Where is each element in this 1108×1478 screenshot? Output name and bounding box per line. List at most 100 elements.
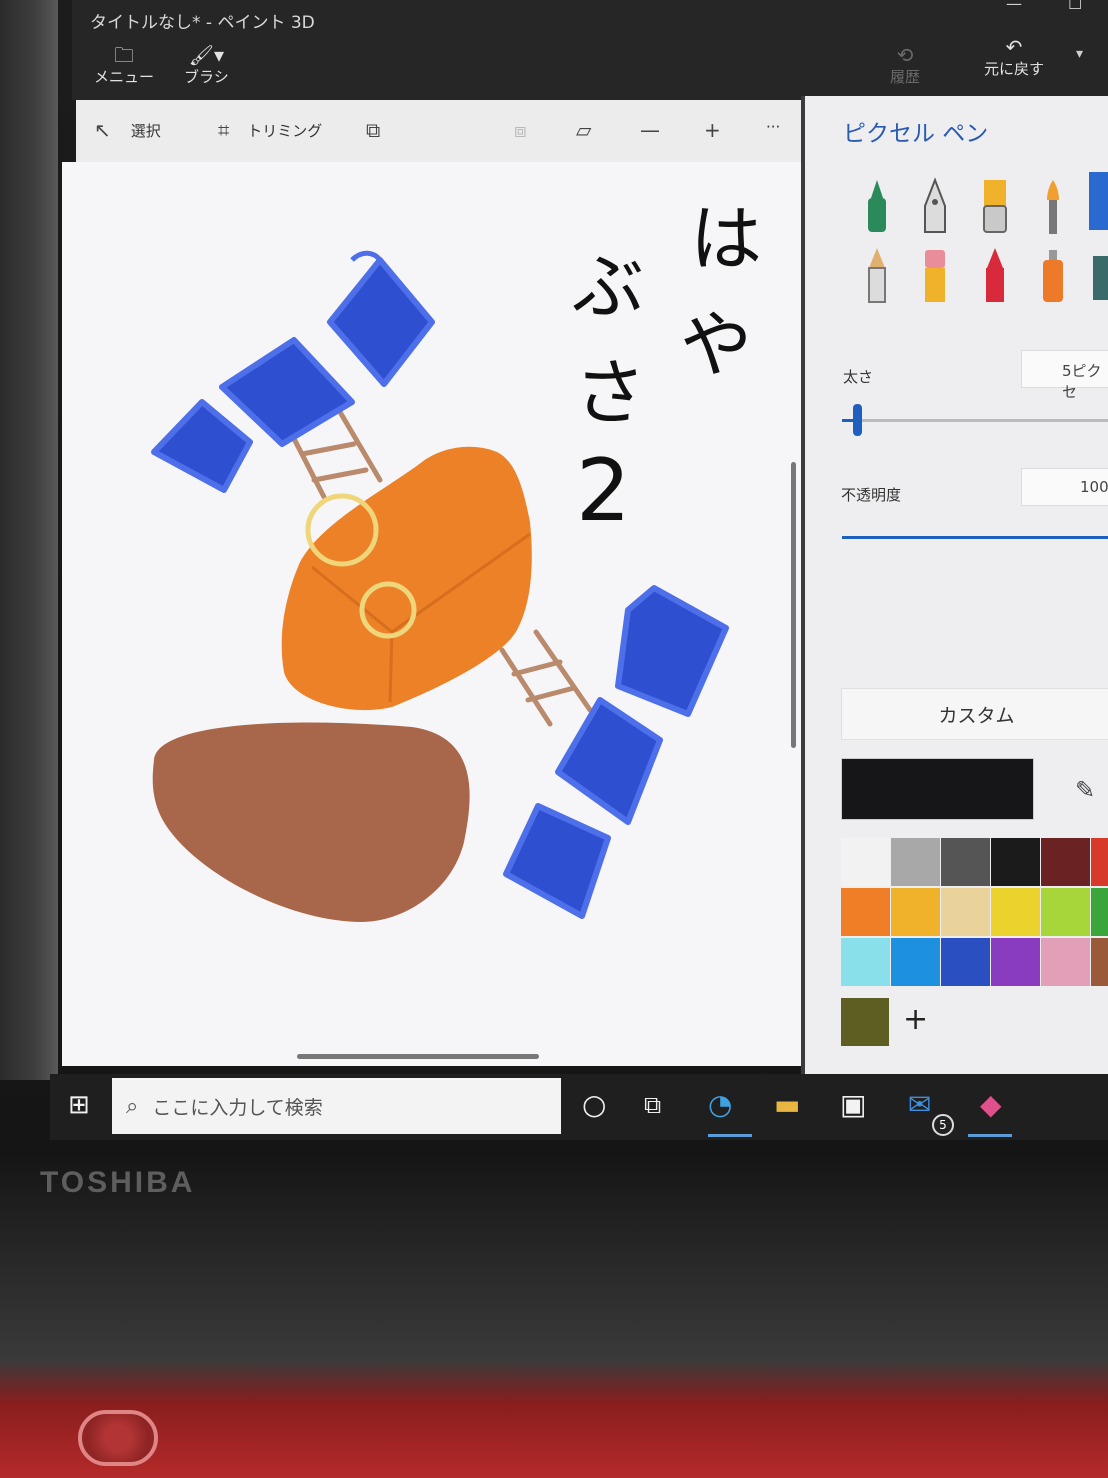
opacity-input[interactable]: 100 <box>1021 468 1108 506</box>
opacity-label: 不透明度 <box>841 486 902 504</box>
palette-swatch[interactable] <box>891 938 940 986</box>
vertical-scrollbar[interactable] <box>791 462 796 748</box>
screen-bezel <box>0 0 58 1080</box>
file-explorer-icon[interactable]: ▬ <box>774 1090 800 1120</box>
palette-swatch[interactable] <box>991 938 1040 986</box>
crop-label: トリミング <box>247 121 323 140</box>
handwritten-char-ya: や <box>680 303 752 387</box>
search-box[interactable]: ⌕ ここに入力して検索 <box>112 1078 561 1134</box>
canvas-drawing: は や ぶ さ 2 <box>151 197 762 922</box>
color-mode-label: カスタム <box>938 704 1015 727</box>
magic-select-tool[interactable]: ⧉ <box>366 118 380 142</box>
palette-swatch[interactable] <box>1091 838 1108 886</box>
undo-label: 元に戻す <box>984 60 1045 78</box>
palette-swatch[interactable] <box>891 838 940 886</box>
eyedropper-icon[interactable]: ✎ <box>1075 776 1095 804</box>
oil-brush-icon[interactable] <box>975 176 1015 236</box>
pencil-tool-icon[interactable] <box>857 246 897 306</box>
calligraphy-pen-icon[interactable] <box>915 176 955 236</box>
magic-select-icon: ⧉ <box>366 118 381 142</box>
eraser-tool-icon[interactable] <box>915 246 955 306</box>
palette-swatch[interactable] <box>891 888 940 936</box>
cube-icon: ⧈ <box>514 118 527 142</box>
select-tool[interactable]: ↖ 選択 <box>94 118 161 142</box>
3d-view-tool[interactable]: ⧈ <box>514 118 527 142</box>
fill-tool-icon[interactable] <box>1093 256 1108 300</box>
menu-button[interactable]: 🗀 メニュー <box>94 44 154 87</box>
palette-swatch[interactable] <box>1091 888 1108 936</box>
palette-swatch[interactable] <box>941 938 990 986</box>
cortana-icon[interactable]: ○ <box>582 1090 606 1120</box>
drawing-canvas[interactable]: は や ぶ さ 2 <box>62 162 809 1066</box>
zoom-in-button[interactable]: + <box>704 118 721 142</box>
thickness-slider-thumb[interactable] <box>853 404 862 436</box>
thickness-slider-track[interactable] <box>842 419 1108 422</box>
thickness-input[interactable]: 5ピクセ <box>1021 350 1108 401</box>
more-button[interactable]: ··· <box>766 118 780 136</box>
more-label: ··· <box>766 118 781 136</box>
title-bar: タイトルなし* - ペイント 3D — ☐ 🗀 メニュー 🖌▾ ブラシ ⟲ 履歴… <box>72 0 1108 100</box>
palette-swatch[interactable] <box>1041 938 1090 986</box>
zoom-out-button[interactable]: — <box>640 118 660 142</box>
panel-title: ピクセル ペン <box>843 121 989 147</box>
minimize-button[interactable]: — <box>1006 0 1022 13</box>
brush-icon: 🖌▾ <box>188 43 225 67</box>
solar-panel-4 <box>615 585 729 717</box>
pixel-pen-tool-selected[interactable] <box>1089 172 1108 230</box>
brush-label: ブラシ <box>184 68 229 86</box>
brush-button[interactable]: 🖌▾ ブラシ <box>184 44 229 87</box>
solar-panel-1 <box>151 399 253 493</box>
color-mode-dropdown[interactable]: カスタム <box>841 688 1108 740</box>
solar-panel-3 <box>327 257 435 387</box>
thickness-label: 太さ <box>843 368 874 386</box>
crop-tool[interactable]: ⌗ トリミング <box>218 118 322 142</box>
edge-active-indicator <box>708 1134 752 1137</box>
mixed-reality-tool[interactable]: ▱ <box>576 118 591 142</box>
undo-button[interactable]: ↶ 元に戻す <box>984 36 1044 79</box>
palette-swatch[interactable] <box>941 888 990 936</box>
palette-swatch[interactable] <box>1041 888 1090 936</box>
mail-icon[interactable]: ✉ <box>908 1090 931 1120</box>
marker-tool-icon[interactable] <box>857 176 897 236</box>
minus-icon: — <box>640 118 660 142</box>
history-button[interactable]: ⟲ 履歴 <box>890 44 920 87</box>
power-button[interactable] <box>78 1410 158 1466</box>
mixed-reality-icon: ▱ <box>576 118 592 142</box>
selected-color-preview <box>841 758 1034 820</box>
canvas-toolbar: ↖ 選択 ⌗ トリミング ⧉ ⧈ ▱ — + ··· <box>76 100 809 162</box>
palette-swatch[interactable] <box>991 838 1040 886</box>
store-icon[interactable]: ▣ <box>840 1090 866 1120</box>
solar-panel-2 <box>219 337 355 447</box>
add-color-button[interactable]: + <box>903 1002 928 1037</box>
handwritten-char-bu: ぶ <box>572 245 644 329</box>
palette-swatch[interactable] <box>991 888 1040 936</box>
custom-color-swatch[interactable] <box>841 998 889 1046</box>
palette-swatch[interactable] <box>941 838 990 886</box>
horizontal-scrollbar[interactable] <box>297 1054 539 1059</box>
spray-can-icon[interactable] <box>1033 246 1073 306</box>
undo-icon: ↶ <box>1005 35 1023 59</box>
handwritten-char-ha: は <box>690 197 762 281</box>
paint-3d-icon[interactable]: ◆ <box>980 1090 1002 1120</box>
edge-browser-icon[interactable]: ◔ <box>708 1090 732 1120</box>
mail-badge: 5 <box>932 1114 954 1136</box>
task-view-icon[interactable]: ⧉ <box>644 1090 661 1120</box>
search-placeholder: ここに入力して検索 <box>152 1096 323 1119</box>
handwritten-char-two: 2 <box>576 441 631 541</box>
palette-swatch[interactable] <box>841 838 890 886</box>
solar-panel-6 <box>503 803 611 919</box>
palette-swatch[interactable] <box>841 938 890 986</box>
crayon-tool-icon[interactable] <box>975 246 1015 306</box>
palette-swatch[interactable] <box>1091 938 1108 986</box>
maximize-button[interactable]: ☐ <box>1068 0 1082 13</box>
brush-panel: ピクセル ペン 太さ 5ピクセ 不透明度 100 カスタム ✎ + <box>801 96 1108 1084</box>
palette-swatch[interactable] <box>841 888 890 936</box>
watercolor-icon[interactable] <box>1033 176 1073 236</box>
palette-swatch[interactable] <box>1041 838 1090 886</box>
menu-label: メニュー <box>94 68 155 86</box>
opacity-slider[interactable] <box>842 536 1108 539</box>
paint-3d-active-indicator <box>968 1134 1012 1137</box>
windows-start-icon[interactable]: ⊞ <box>68 1090 90 1120</box>
select-label: 選択 <box>130 121 161 140</box>
chevron-down-icon[interactable]: ▾ <box>1076 46 1083 62</box>
